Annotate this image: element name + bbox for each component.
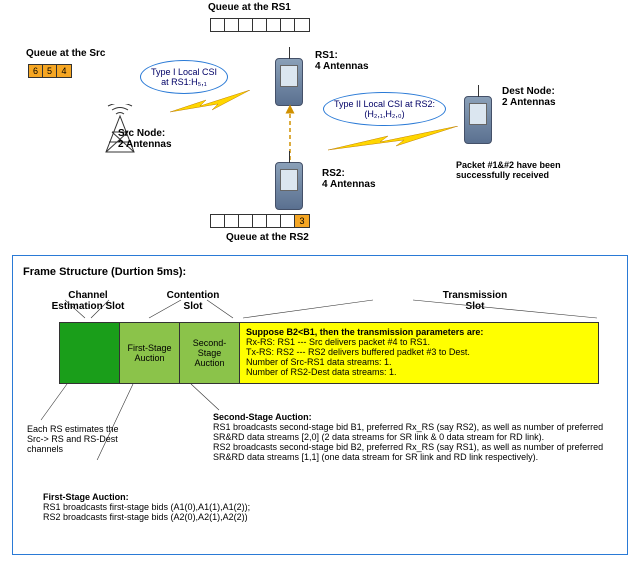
trans-l1: Rx-RS: RS1 --- Src delivers packet #4 to… [246, 337, 430, 347]
csi2-bubble: Type II Local CSI at RS2: (H₂,₁,H₂,₀) [323, 92, 446, 126]
queue-cell: 3 [295, 215, 309, 227]
trans-headline: Suppose B2<B1, then the transmission par… [246, 327, 483, 337]
csi1-bubble: Type I Local CSI at RS1:H₅,₁ [140, 60, 228, 94]
queue-cell [281, 19, 295, 31]
dashed-arrow-icon [270, 100, 310, 170]
queue-cell [281, 215, 295, 227]
first-stage-body: RS1 broadcasts first-stage bids (A1(0),A… [43, 502, 250, 522]
slot-bar: First-Stage Auction Second- Stage Auctio… [59, 322, 599, 384]
trans-l4: Number of RS2-Dest data streams: 1. [246, 367, 397, 377]
bolt-icon [170, 90, 250, 120]
queue-rs1 [210, 18, 310, 32]
queue-rs2: 3 [210, 214, 310, 228]
queue-cell [225, 19, 239, 31]
network-topology: Queue at the RS1 RS1: 4 Antennas Queue a… [0, 0, 640, 260]
queue-cell [295, 19, 309, 31]
queue-cell [225, 215, 239, 227]
trans-l2: Tx-RS: RS2 --- RS2 delivers buffered pad… [246, 347, 470, 357]
queue-src-label: Queue at the Src [26, 48, 105, 59]
queue-rs2-label: Queue at the RS2 [226, 232, 309, 243]
rs1-label: RS1: 4 Antennas [315, 50, 369, 72]
slot-first-stage: First-Stage Auction [120, 323, 180, 383]
dest-label: Dest Node: 2 Antennas [502, 86, 556, 108]
slot-transmission: Suppose B2<B1, then the transmission par… [240, 323, 598, 383]
queue-cell: 6 [29, 65, 43, 77]
src-node-label: Src Node: 2 Antennas [118, 128, 172, 150]
queue-cell: 4 [57, 65, 71, 77]
queue-cell [239, 215, 253, 227]
queue-cell: 5 [43, 65, 57, 77]
queue-cell [267, 19, 281, 31]
queue-cell [253, 215, 267, 227]
dest-device-icon [464, 96, 492, 144]
queue-cell [253, 19, 267, 31]
queue-cell [267, 215, 281, 227]
header-leader-lines [13, 294, 613, 324]
queue-rs1-label: Queue at the RS1 [208, 2, 291, 13]
est-desc: Each RS estimates the Src-> RS and RS-De… [27, 424, 167, 454]
frame-structure-panel: Frame Structure (Durtion 5ms): Channel E… [12, 255, 628, 555]
queue-cell [239, 19, 253, 31]
queue-src: 654 [28, 64, 72, 78]
rs2-label: RS2: 4 Antennas [322, 168, 376, 190]
queue-cell [211, 19, 225, 31]
rs2-device-icon [275, 162, 303, 210]
queue-cell [211, 215, 225, 227]
trans-l3: Number of Src-RS1 data streams: 1. [246, 357, 392, 367]
frame-title: Frame Structure (Durtion 5ms): [23, 266, 617, 278]
slot-second-stage: Second- Stage Auction [180, 323, 240, 383]
bolt-icon [328, 126, 458, 156]
rs1-device-icon [275, 58, 303, 106]
second-stage-head: Second-Stage Auction: [213, 412, 312, 422]
dest-note: Packet #1&#2 have been successfully rece… [456, 160, 561, 180]
slot-estimation [60, 323, 120, 383]
first-stage-head: First-Stage Auction: [43, 492, 129, 502]
second-stage-body: RS1 broadcasts second-stage bid B1, pref… [213, 422, 603, 462]
